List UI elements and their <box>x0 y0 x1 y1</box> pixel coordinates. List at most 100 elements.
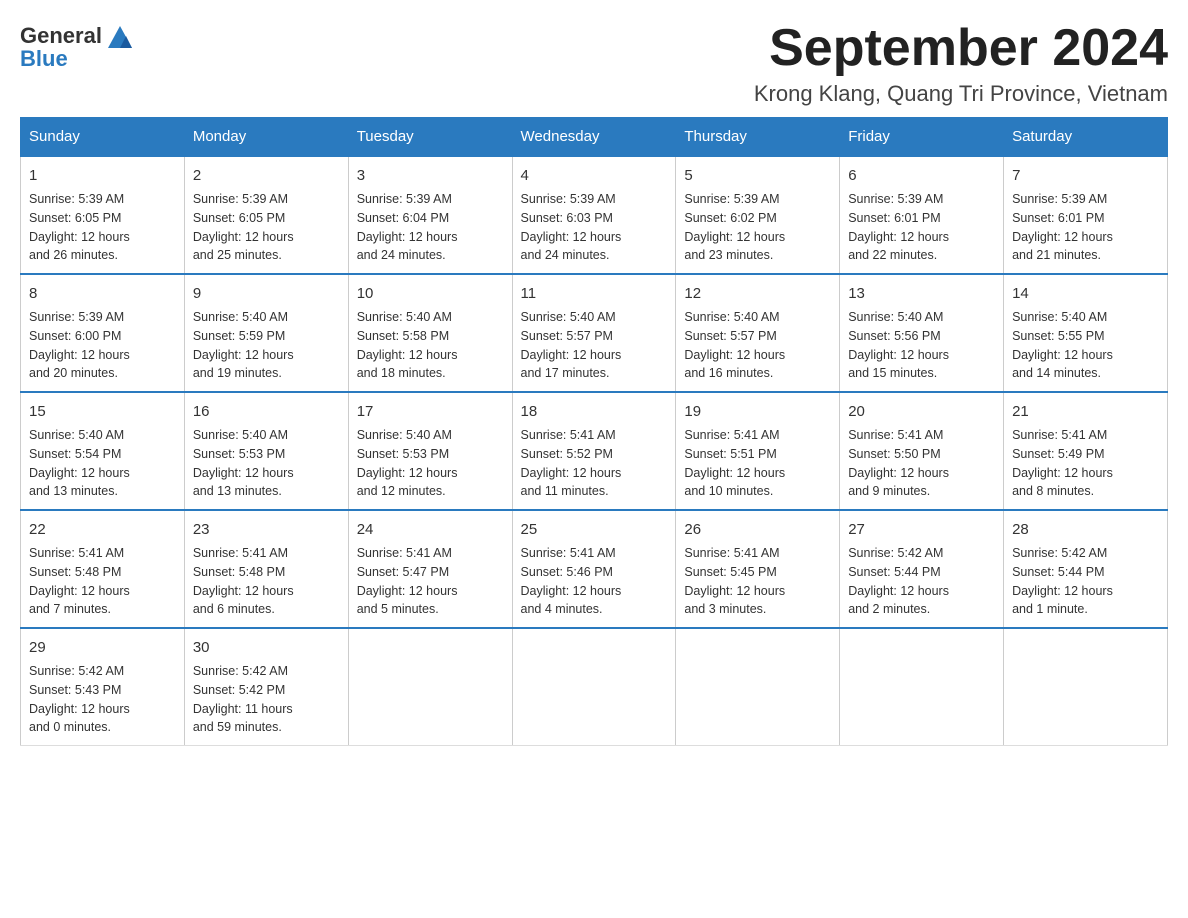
logo: General Blue <box>20 20 136 72</box>
day-number: 21 <box>1012 401 1159 422</box>
day-info: Sunrise: 5:40 AMSunset: 5:54 PMDaylight:… <box>29 426 176 501</box>
day-info: Sunrise: 5:41 AMSunset: 5:49 PMDaylight:… <box>1012 426 1159 501</box>
calendar-week-4: 22 Sunrise: 5:41 AMSunset: 5:48 PMDaylig… <box>21 510 1168 628</box>
header-day-saturday: Saturday <box>1004 118 1168 157</box>
day-info: Sunrise: 5:39 AMSunset: 6:02 PMDaylight:… <box>684 190 831 265</box>
header-day-thursday: Thursday <box>676 118 840 157</box>
day-info: Sunrise: 5:41 AMSunset: 5:52 PMDaylight:… <box>521 426 668 501</box>
title-section: September 2024 Krong Klang, Quang Tri Pr… <box>754 20 1168 107</box>
day-number: 5 <box>684 165 831 186</box>
calendar-cell: 2 Sunrise: 5:39 AMSunset: 6:05 PMDayligh… <box>184 156 348 274</box>
logo-icon <box>104 20 136 52</box>
calendar-cell: 20 Sunrise: 5:41 AMSunset: 5:50 PMDaylig… <box>840 392 1004 510</box>
calendar-week-5: 29 Sunrise: 5:42 AMSunset: 5:43 PMDaylig… <box>21 628 1168 746</box>
calendar-cell: 19 Sunrise: 5:41 AMSunset: 5:51 PMDaylig… <box>676 392 840 510</box>
day-number: 2 <box>193 165 340 186</box>
calendar-cell: 16 Sunrise: 5:40 AMSunset: 5:53 PMDaylig… <box>184 392 348 510</box>
day-info: Sunrise: 5:40 AMSunset: 5:57 PMDaylight:… <box>684 308 831 383</box>
day-number: 13 <box>848 283 995 304</box>
day-info: Sunrise: 5:40 AMSunset: 5:55 PMDaylight:… <box>1012 308 1159 383</box>
day-number: 30 <box>193 637 340 658</box>
calendar-cell: 9 Sunrise: 5:40 AMSunset: 5:59 PMDayligh… <box>184 274 348 392</box>
calendar: SundayMondayTuesdayWednesdayThursdayFrid… <box>20 117 1168 746</box>
calendar-cell: 10 Sunrise: 5:40 AMSunset: 5:58 PMDaylig… <box>348 274 512 392</box>
day-info: Sunrise: 5:39 AMSunset: 6:00 PMDaylight:… <box>29 308 176 383</box>
day-info: Sunrise: 5:40 AMSunset: 5:53 PMDaylight:… <box>357 426 504 501</box>
calendar-cell: 28 Sunrise: 5:42 AMSunset: 5:44 PMDaylig… <box>1004 510 1168 628</box>
header-day-wednesday: Wednesday <box>512 118 676 157</box>
calendar-week-2: 8 Sunrise: 5:39 AMSunset: 6:00 PMDayligh… <box>21 274 1168 392</box>
day-info: Sunrise: 5:41 AMSunset: 5:51 PMDaylight:… <box>684 426 831 501</box>
location-title: Krong Klang, Quang Tri Province, Vietnam <box>754 81 1168 107</box>
calendar-header: SundayMondayTuesdayWednesdayThursdayFrid… <box>21 118 1168 157</box>
day-number: 15 <box>29 401 176 422</box>
day-info: Sunrise: 5:40 AMSunset: 5:56 PMDaylight:… <box>848 308 995 383</box>
calendar-cell <box>1004 628 1168 746</box>
calendar-cell: 12 Sunrise: 5:40 AMSunset: 5:57 PMDaylig… <box>676 274 840 392</box>
day-number: 20 <box>848 401 995 422</box>
calendar-cell: 1 Sunrise: 5:39 AMSunset: 6:05 PMDayligh… <box>21 156 185 274</box>
calendar-cell: 18 Sunrise: 5:41 AMSunset: 5:52 PMDaylig… <box>512 392 676 510</box>
day-number: 18 <box>521 401 668 422</box>
calendar-cell: 26 Sunrise: 5:41 AMSunset: 5:45 PMDaylig… <box>676 510 840 628</box>
day-number: 29 <box>29 637 176 658</box>
day-info: Sunrise: 5:39 AMSunset: 6:05 PMDaylight:… <box>29 190 176 265</box>
calendar-cell: 27 Sunrise: 5:42 AMSunset: 5:44 PMDaylig… <box>840 510 1004 628</box>
day-info: Sunrise: 5:40 AMSunset: 5:57 PMDaylight:… <box>521 308 668 383</box>
header: General Blue September 2024 Krong Klang,… <box>20 20 1168 107</box>
calendar-cell: 6 Sunrise: 5:39 AMSunset: 6:01 PMDayligh… <box>840 156 1004 274</box>
calendar-cell: 4 Sunrise: 5:39 AMSunset: 6:03 PMDayligh… <box>512 156 676 274</box>
calendar-week-3: 15 Sunrise: 5:40 AMSunset: 5:54 PMDaylig… <box>21 392 1168 510</box>
calendar-cell: 22 Sunrise: 5:41 AMSunset: 5:48 PMDaylig… <box>21 510 185 628</box>
header-day-tuesday: Tuesday <box>348 118 512 157</box>
day-number: 26 <box>684 519 831 540</box>
day-info: Sunrise: 5:41 AMSunset: 5:48 PMDaylight:… <box>29 544 176 619</box>
calendar-cell: 3 Sunrise: 5:39 AMSunset: 6:04 PMDayligh… <box>348 156 512 274</box>
calendar-cell: 23 Sunrise: 5:41 AMSunset: 5:48 PMDaylig… <box>184 510 348 628</box>
calendar-cell: 17 Sunrise: 5:40 AMSunset: 5:53 PMDaylig… <box>348 392 512 510</box>
calendar-cell: 13 Sunrise: 5:40 AMSunset: 5:56 PMDaylig… <box>840 274 1004 392</box>
calendar-cell <box>512 628 676 746</box>
day-number: 27 <box>848 519 995 540</box>
day-number: 7 <box>1012 165 1159 186</box>
calendar-cell: 25 Sunrise: 5:41 AMSunset: 5:46 PMDaylig… <box>512 510 676 628</box>
day-info: Sunrise: 5:40 AMSunset: 5:59 PMDaylight:… <box>193 308 340 383</box>
day-info: Sunrise: 5:40 AMSunset: 5:53 PMDaylight:… <box>193 426 340 501</box>
day-info: Sunrise: 5:42 AMSunset: 5:44 PMDaylight:… <box>1012 544 1159 619</box>
day-info: Sunrise: 5:39 AMSunset: 6:01 PMDaylight:… <box>848 190 995 265</box>
calendar-cell: 14 Sunrise: 5:40 AMSunset: 5:55 PMDaylig… <box>1004 274 1168 392</box>
day-number: 12 <box>684 283 831 304</box>
day-number: 1 <box>29 165 176 186</box>
day-info: Sunrise: 5:40 AMSunset: 5:58 PMDaylight:… <box>357 308 504 383</box>
day-number: 16 <box>193 401 340 422</box>
calendar-cell: 8 Sunrise: 5:39 AMSunset: 6:00 PMDayligh… <box>21 274 185 392</box>
day-number: 9 <box>193 283 340 304</box>
calendar-cell: 11 Sunrise: 5:40 AMSunset: 5:57 PMDaylig… <box>512 274 676 392</box>
calendar-cell <box>348 628 512 746</box>
day-number: 25 <box>521 519 668 540</box>
calendar-cell: 24 Sunrise: 5:41 AMSunset: 5:47 PMDaylig… <box>348 510 512 628</box>
calendar-week-1: 1 Sunrise: 5:39 AMSunset: 6:05 PMDayligh… <box>21 156 1168 274</box>
day-info: Sunrise: 5:42 AMSunset: 5:42 PMDaylight:… <box>193 662 340 737</box>
calendar-cell: 29 Sunrise: 5:42 AMSunset: 5:43 PMDaylig… <box>21 628 185 746</box>
day-number: 19 <box>684 401 831 422</box>
calendar-cell: 7 Sunrise: 5:39 AMSunset: 6:01 PMDayligh… <box>1004 156 1168 274</box>
calendar-cell: 15 Sunrise: 5:40 AMSunset: 5:54 PMDaylig… <box>21 392 185 510</box>
day-info: Sunrise: 5:39 AMSunset: 6:03 PMDaylight:… <box>521 190 668 265</box>
calendar-cell <box>840 628 1004 746</box>
day-number: 8 <box>29 283 176 304</box>
day-number: 11 <box>521 283 668 304</box>
day-info: Sunrise: 5:42 AMSunset: 5:44 PMDaylight:… <box>848 544 995 619</box>
calendar-cell <box>676 628 840 746</box>
calendar-body: 1 Sunrise: 5:39 AMSunset: 6:05 PMDayligh… <box>21 156 1168 746</box>
calendar-cell: 30 Sunrise: 5:42 AMSunset: 5:42 PMDaylig… <box>184 628 348 746</box>
calendar-cell: 21 Sunrise: 5:41 AMSunset: 5:49 PMDaylig… <box>1004 392 1168 510</box>
day-number: 6 <box>848 165 995 186</box>
month-title: September 2024 <box>754 20 1168 77</box>
day-info: Sunrise: 5:41 AMSunset: 5:47 PMDaylight:… <box>357 544 504 619</box>
day-info: Sunrise: 5:39 AMSunset: 6:01 PMDaylight:… <box>1012 190 1159 265</box>
day-number: 14 <box>1012 283 1159 304</box>
day-info: Sunrise: 5:41 AMSunset: 5:50 PMDaylight:… <box>848 426 995 501</box>
day-info: Sunrise: 5:39 AMSunset: 6:05 PMDaylight:… <box>193 190 340 265</box>
day-number: 24 <box>357 519 504 540</box>
